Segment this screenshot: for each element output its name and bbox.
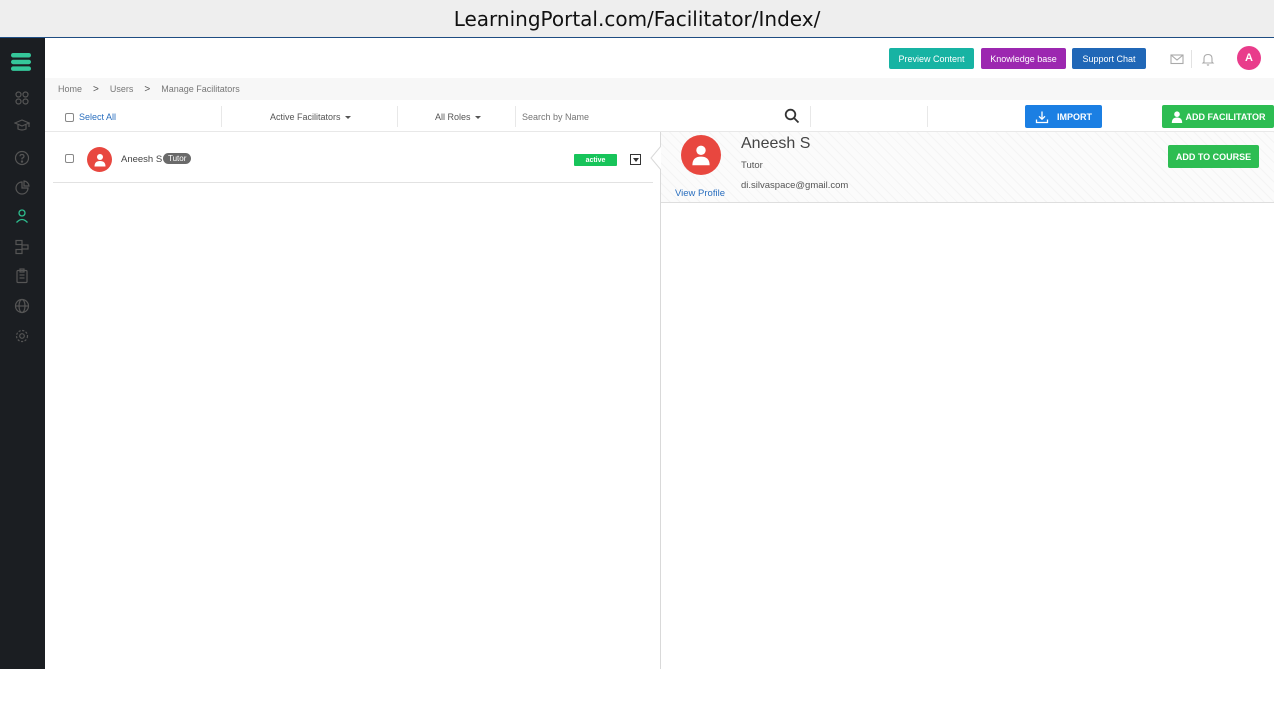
detail-name: Aneesh S <box>741 135 811 152</box>
search-input[interactable] <box>522 107 777 126</box>
detail-header: View Profile Aneesh S Tutor di.silvaspac… <box>661 132 1274 203</box>
filter-divider <box>810 106 811 127</box>
avatar <box>87 147 112 172</box>
courses-icon[interactable] <box>12 115 32 135</box>
user-icon <box>1171 110 1182 123</box>
facilitator-detail-panel: View Profile Aneesh S Tutor di.silvaspac… <box>661 132 1274 669</box>
reports-icon[interactable] <box>12 178 32 198</box>
top-header: Preview Content Knowledge base Support C… <box>45 38 1274 78</box>
select-all-control[interactable]: Select All <box>65 112 116 122</box>
app-logo-icon[interactable] <box>10 52 32 72</box>
row-checkbox[interactable] <box>65 154 74 163</box>
chevron-right-icon: > <box>144 83 151 95</box>
import-label: IMPORT <box>1057 111 1092 122</box>
add-to-course-button[interactable]: ADD TO COURSE <box>1168 145 1259 168</box>
add-facilitator-button[interactable]: ADD FACILITATOR <box>1162 105 1274 128</box>
facilitator-list: Aneesh S Tutor active <box>45 132 661 669</box>
select-all-label[interactable]: Select All <box>79 112 116 122</box>
person-icon <box>692 145 710 166</box>
avatar <box>681 135 721 175</box>
detail-email: di.silvaspace@gmail.com <box>741 180 849 191</box>
filter-divider <box>515 106 516 127</box>
status-filter-dropdown[interactable]: Active Facilitators <box>270 112 351 122</box>
mail-icon[interactable] <box>1169 51 1185 67</box>
chevron-right-icon: > <box>93 83 99 95</box>
bell-icon[interactable] <box>1200 51 1216 67</box>
role-filter-dropdown[interactable]: All Roles <box>435 112 481 122</box>
browser-url-bar[interactable]: LearningPortal.com/Facilitator/Index/ <box>0 0 1274 38</box>
filter-divider <box>221 106 222 127</box>
role-badge: Tutor <box>163 153 192 164</box>
detail-role: Tutor <box>741 160 763 171</box>
dashboard-icon[interactable] <box>12 88 32 108</box>
filter-divider <box>397 106 398 127</box>
preview-content-button[interactable]: Preview Content <box>889 48 974 69</box>
download-icon <box>1035 111 1049 123</box>
assessment-icon[interactable] <box>12 266 32 286</box>
flow-icon[interactable] <box>12 237 32 257</box>
add-facilitator-label: ADD FACILITATOR <box>1185 111 1266 122</box>
search-icon[interactable] <box>784 108 800 124</box>
caret-down-icon <box>474 116 481 120</box>
person-icon <box>94 153 105 166</box>
support-chat-button[interactable]: Support Chat <box>1072 48 1146 69</box>
globe-icon[interactable] <box>12 296 32 316</box>
breadcrumb: Home > Users > Manage Facilitators <box>45 78 1274 100</box>
import-button[interactable]: IMPORT <box>1025 105 1102 128</box>
status-filter-label: Active Facilitators <box>270 112 341 122</box>
breadcrumb-home[interactable]: Home <box>58 84 82 94</box>
breadcrumb-current: Manage Facilitators <box>161 84 240 94</box>
top-divider <box>1191 50 1192 68</box>
users-icon[interactable] <box>12 206 32 226</box>
role-filter-label: All Roles <box>435 112 471 122</box>
view-profile-link[interactable]: View Profile <box>675 188 725 199</box>
user-avatar[interactable]: A <box>1237 46 1261 70</box>
help-icon[interactable] <box>12 148 32 168</box>
list-item[interactable]: Aneesh S Tutor active <box>53 132 653 183</box>
caret-down-icon <box>344 116 351 120</box>
url-text: LearningPortal.com/Facilitator/Index/ <box>453 6 821 31</box>
sidebar <box>0 38 45 669</box>
filter-bar: Select All Active Facilitators All Roles… <box>45 101 1274 132</box>
knowledge-base-button[interactable]: Knowledge base <box>981 48 1066 69</box>
status-badge: active <box>574 154 617 166</box>
caret-down-icon <box>632 157 639 162</box>
facilitator-name[interactable]: Aneesh S <box>121 154 162 165</box>
row-dropdown-toggle[interactable] <box>630 154 641 165</box>
settings-icon[interactable] <box>12 326 32 346</box>
select-all-checkbox[interactable] <box>65 112 74 122</box>
filter-divider <box>927 106 928 127</box>
breadcrumb-users[interactable]: Users <box>110 84 134 94</box>
